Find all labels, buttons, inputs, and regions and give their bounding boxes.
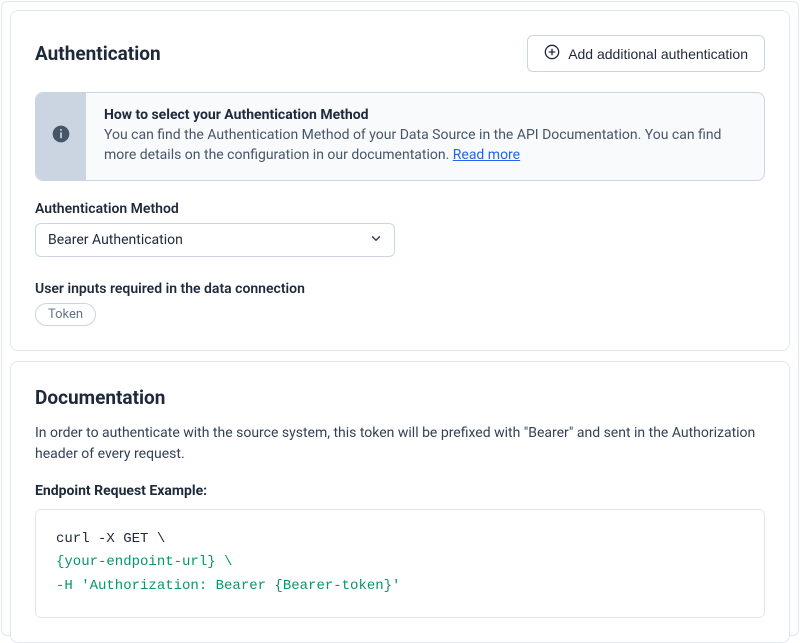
user-inputs-chips: Token xyxy=(35,303,765,326)
documentation-card: Documentation In order to authenticate w… xyxy=(10,361,790,643)
user-inputs-label: User inputs required in the data connect… xyxy=(35,281,765,297)
documentation-desc: In order to authenticate with the source… xyxy=(35,423,765,465)
info-callout: How to select your Authentication Method… xyxy=(35,92,765,181)
info-callout-desc: You can find the Authentication Method o… xyxy=(104,125,746,166)
info-icon-column xyxy=(36,93,86,180)
card-header: Authentication Add additional authentica… xyxy=(35,35,765,72)
code-line-3: -H 'Authorization: Bearer {Bearer-token}… xyxy=(56,578,400,594)
code-line-2: {your-endpoint-url} \ xyxy=(56,554,232,570)
endpoint-example-label: Endpoint Request Example: xyxy=(35,483,765,499)
info-callout-text: You can find the Authentication Method o… xyxy=(104,127,721,163)
auth-method-value: Bearer Authentication xyxy=(48,232,183,248)
code-line-1: curl -X GET \ xyxy=(56,531,165,547)
auth-method-select[interactable]: Bearer Authentication xyxy=(35,223,395,257)
info-content: How to select your Authentication Method… xyxy=(86,93,764,180)
code-block: curl -X GET \ {your-endpoint-url} \ -H '… xyxy=(35,509,765,618)
auth-method-select-wrap: Bearer Authentication xyxy=(35,223,395,257)
read-more-link[interactable]: Read more xyxy=(453,147,520,163)
add-authentication-label: Add additional authentication xyxy=(568,46,748,62)
add-authentication-button[interactable]: Add additional authentication xyxy=(527,35,765,72)
page-frame: Authentication Add additional authentica… xyxy=(1,1,799,636)
authentication-title: Authentication xyxy=(35,42,161,65)
authentication-card: Authentication Add additional authentica… xyxy=(10,10,790,351)
info-callout-title: How to select your Authentication Method xyxy=(104,107,746,123)
token-chip: Token xyxy=(35,303,96,326)
info-icon xyxy=(51,124,71,148)
auth-method-label: Authentication Method xyxy=(35,201,765,217)
documentation-title: Documentation xyxy=(35,386,765,409)
plus-circle-icon xyxy=(544,44,560,63)
